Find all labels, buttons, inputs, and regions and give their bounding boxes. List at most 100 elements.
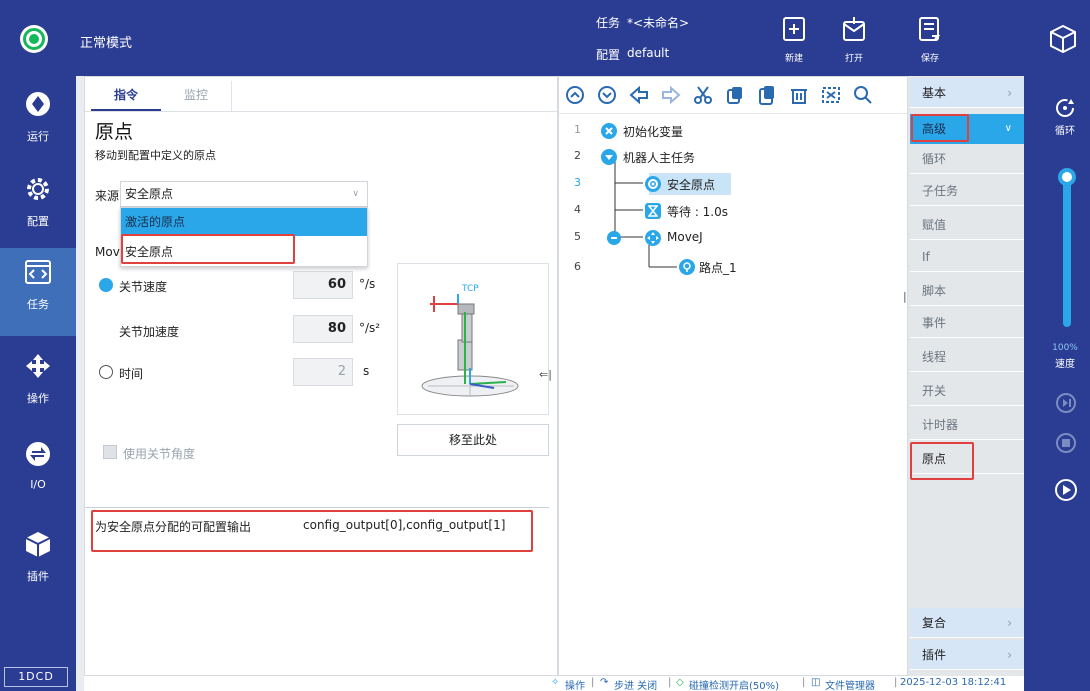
version-badge: 1DCD — [4, 667, 68, 687]
move-here-button[interactable]: 移至此处 — [397, 424, 549, 456]
nav-io[interactable]: I/O — [0, 430, 76, 518]
save-button-label: 保存 — [920, 54, 939, 64]
category-plugin[interactable]: 插件 › — [910, 640, 1024, 670]
joint-speed-label: 关节速度 — [119, 280, 168, 294]
mode-status-icon — [20, 25, 48, 53]
home-target-icon — [645, 176, 661, 192]
nav-task-label: 任务 — [27, 298, 49, 311]
use-joint-angles-checkbox[interactable] — [103, 445, 117, 459]
move-type-label: Mov — [95, 245, 120, 259]
collapse-left-handle[interactable]: ⇐| — [539, 368, 552, 381]
tree-node-init[interactable]: 初始化变量 — [623, 123, 683, 140]
chevron-right-icon: › — [1007, 616, 1012, 630]
nav-operate-label: 操作 — [27, 392, 49, 405]
time-radio[interactable] — [99, 365, 113, 379]
joint-speed-unit: °/s — [359, 277, 376, 291]
cmd-subtask[interactable]: 子任务 — [910, 176, 1024, 206]
plugin-cube-icon — [24, 530, 52, 558]
top-bar: 正常模式 任务 *<未命名> 配置 default 新建 打开 保存 — [0, 0, 1090, 76]
output-highlight-box — [91, 510, 533, 552]
nav-plugin[interactable]: 插件 — [0, 520, 76, 608]
loop-icon[interactable] — [1053, 96, 1077, 120]
joint-speed-radio[interactable] — [99, 278, 113, 292]
new-button[interactable]: 新建 — [772, 8, 816, 68]
advanced-highlight-box — [911, 114, 969, 142]
init-vars-icon — [601, 123, 617, 139]
cmd-assign[interactable]: 赋值 — [910, 210, 1024, 240]
stop-icon[interactable] — [1055, 432, 1077, 454]
status-step[interactable]: 步进 关闭 — [614, 677, 657, 691]
page-title: 原点 — [95, 121, 134, 143]
collapse-icon[interactable] — [607, 231, 621, 245]
category-basic[interactable]: 基本 › — [910, 78, 1024, 108]
open-button[interactable]: 打开 — [832, 8, 876, 68]
dropdown-option-active-home[interactable]: 激活的原点 — [121, 208, 367, 236]
play-icon[interactable] — [1054, 478, 1078, 502]
status-collision[interactable]: 碰撞检测开启(50%) — [689, 677, 779, 691]
line-number: 4 — [574, 203, 581, 216]
status-operate[interactable]: 操作 — [565, 677, 585, 691]
tab-command[interactable]: 指令 — [91, 81, 161, 111]
line-number: 2 — [574, 149, 581, 162]
robot-preview: TCP — [397, 263, 549, 415]
tab-monitor[interactable]: 监控 — [161, 81, 231, 111]
cmd-loop[interactable]: 循环 — [910, 144, 1024, 174]
nav-operate[interactable]: 操作 — [0, 342, 76, 430]
task-label: 任务 — [596, 16, 621, 30]
status-file-manager[interactable]: 文件管理器 — [825, 677, 875, 691]
speed-slider-handle[interactable] — [1058, 168, 1076, 186]
tree-node-waypoint[interactable]: 路点_1 — [699, 259, 737, 276]
program-tree-panel: 1 初始化变量 2 机器人主任务 3 安全原点 4 等待 : 1.0s 5 Mo… — [558, 76, 908, 676]
source-label: 来源 — [95, 189, 120, 203]
nav-config[interactable]: 配置 — [0, 165, 76, 253]
source-select-value: 安全原点 — [125, 187, 174, 201]
expand-icon[interactable] — [601, 149, 617, 165]
joint-speed-input[interactable]: 60 — [293, 271, 353, 299]
category-composite[interactable]: 复合 › — [910, 608, 1024, 638]
joint-accel-unit: °/s² — [359, 321, 381, 335]
tree-node-safe-home[interactable]: 安全原点 — [667, 176, 715, 193]
nav-io-label: I/O — [30, 478, 46, 491]
line-number: 6 — [574, 260, 581, 273]
cmd-event[interactable]: 事件 — [910, 308, 1024, 338]
cmd-thread[interactable]: 线程 — [910, 342, 1024, 372]
tree-node-wait[interactable]: 等待 : 1.0s — [667, 203, 728, 220]
status-divider: | — [802, 677, 806, 688]
cmd-timer[interactable]: 计时器 — [910, 410, 1024, 440]
cmd-if[interactable]: If — [910, 242, 1024, 272]
chevron-right-icon: › — [1007, 648, 1012, 662]
tab-divider — [231, 81, 232, 111]
time-input[interactable]: 2 — [293, 358, 353, 386]
cmd-switch[interactable]: 开关 — [910, 376, 1024, 406]
status-divider: | — [591, 677, 595, 688]
loop-label: 循环 — [1055, 126, 1075, 137]
joint-accel-input[interactable]: 80 — [293, 315, 353, 343]
save-button[interactable]: 保存 — [908, 8, 952, 68]
nav-plugin-label: 插件 — [27, 570, 49, 583]
line-number: 5 — [574, 230, 581, 243]
step-icon[interactable] — [1055, 392, 1077, 414]
category-basic-label: 基本 — [922, 86, 947, 100]
save-icon — [918, 16, 942, 42]
source-select[interactable]: 安全原点 ∨ — [120, 181, 368, 207]
right-control-bar — [1024, 76, 1090, 691]
tree-node-movej[interactable]: MoveJ — [667, 230, 703, 244]
speed-label: 速度 — [1055, 359, 1075, 370]
io-icon — [24, 440, 52, 468]
status-datetime: 2025-12-03 18:12:41 — [900, 677, 1007, 688]
movej-icon — [645, 230, 661, 246]
waypoint-pin-icon — [679, 259, 695, 275]
nav-run[interactable]: 运行 — [0, 80, 76, 168]
open-button-label: 打开 — [844, 54, 863, 64]
speed-percent: 100% — [1052, 343, 1078, 353]
config-label: 配置 — [596, 48, 621, 62]
dropdown-highlight-box — [121, 234, 295, 264]
cmd-script[interactable]: 脚本 — [910, 276, 1024, 306]
tree-node-main-task[interactable]: 机器人主任务 — [623, 149, 695, 166]
tab-underline — [85, 111, 557, 112]
task-name: *<未命名> — [627, 16, 690, 30]
nav-task[interactable]: 任务 — [0, 248, 76, 336]
speed-slider[interactable] — [1063, 172, 1071, 327]
chevron-down-icon: ∨ — [1004, 123, 1012, 134]
use-joint-angles-label: 使用关节角度 — [123, 447, 196, 461]
